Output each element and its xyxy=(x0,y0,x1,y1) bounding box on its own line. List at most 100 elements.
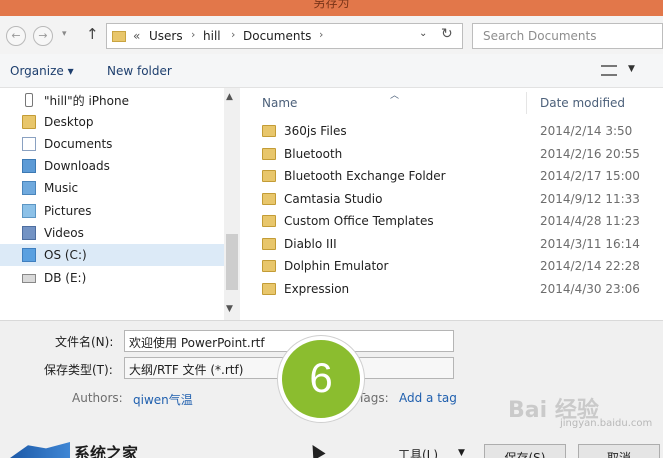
window-title: 另存为 xyxy=(313,0,350,10)
authors-input[interactable]: qiwen气温 xyxy=(133,391,193,408)
breadcrumb-users[interactable]: Users xyxy=(149,29,183,43)
sidebar-item-label: Desktop xyxy=(44,115,94,129)
file-row[interactable]: Bluetooth Exchange Folder 2014/2/17 15:0… xyxy=(262,166,662,188)
navigation-scrollbar[interactable]: ▲ ▼ xyxy=(224,88,240,320)
authors-label: Authors: xyxy=(72,391,123,405)
folder-icon xyxy=(262,283,276,295)
sidebar-item-label: Music xyxy=(44,181,79,195)
folder-icon xyxy=(262,215,276,227)
address-dropdown-icon[interactable]: ⌄ xyxy=(419,28,427,39)
breadcrumb-overflow[interactable]: « xyxy=(133,29,140,43)
scrollbar-thumb[interactable] xyxy=(226,234,238,290)
file-date: 2014/2/14 22:28 xyxy=(540,259,640,273)
forward-arrow-icon[interactable]: → xyxy=(33,26,53,46)
column-header-name[interactable]: Name xyxy=(262,96,297,110)
view-dropdown-icon[interactable]: ▼ xyxy=(628,64,635,74)
drive-icon xyxy=(22,248,36,262)
tags-label: Tags: xyxy=(358,391,389,405)
file-date: 2014/9/12 11:33 xyxy=(540,192,640,206)
file-row[interactable]: Diablo III 2014/3/11 16:14 xyxy=(262,234,662,256)
file-name: 360js Files xyxy=(284,124,347,138)
folder-icon xyxy=(112,31,126,42)
refresh-icon[interactable]: ↻ xyxy=(441,26,453,42)
recent-locations-chevron-icon[interactable]: ▾ xyxy=(62,29,67,39)
sidebar-item-label: Videos xyxy=(44,226,84,240)
breadcrumb-separator-icon[interactable]: › xyxy=(231,28,235,41)
file-row[interactable]: 360js Files 2014/2/14 3:50 xyxy=(262,121,662,143)
sidebar-item-label: DB (E:) xyxy=(44,271,87,285)
breadcrumb-hill[interactable]: hill xyxy=(203,29,221,43)
file-date: 2014/3/11 16:14 xyxy=(540,237,640,251)
scroll-up-icon[interactable]: ▲ xyxy=(226,92,233,102)
organize-button[interactable]: Organize ▾ xyxy=(10,64,74,78)
sidebar-item-downloads[interactable]: Downloads xyxy=(22,155,110,177)
breadcrumb-documents[interactable]: Documents xyxy=(243,29,311,43)
tools-button[interactable]: 工具(L) xyxy=(398,446,438,458)
file-date: 2014/4/30 23:06 xyxy=(540,282,640,296)
sidebar-item-label: Pictures xyxy=(44,204,92,218)
save-button[interactable]: 保存(S) xyxy=(484,444,566,458)
address-bar[interactable]: « Users › hill › Documents › ⌄ ↻ xyxy=(106,23,463,49)
title-bar: 另存为 xyxy=(0,0,663,16)
up-arrow-icon[interactable]: ↑ xyxy=(86,25,99,43)
sidebar-item-label: Downloads xyxy=(44,159,110,173)
sidebar-item-label: "hill"的 iPhone xyxy=(44,93,129,108)
file-row[interactable]: Custom Office Templates 2014/4/28 11:23 xyxy=(262,211,662,233)
file-name: Camtasia Studio xyxy=(284,192,383,206)
logo-mark-icon xyxy=(10,442,70,458)
step-number-badge: 6 xyxy=(278,336,364,422)
folder-icon xyxy=(262,238,276,250)
music-icon xyxy=(22,181,36,195)
file-name: Diablo III xyxy=(284,237,337,251)
file-name: Expression xyxy=(284,282,350,296)
file-name: Custom Office Templates xyxy=(284,214,434,228)
documents-icon xyxy=(22,137,36,151)
file-date: 2014/2/16 20:55 xyxy=(540,147,640,161)
back-arrow-icon[interactable]: ← xyxy=(6,26,26,46)
site-logo: 系统之家 xyxy=(10,440,180,458)
file-name: Bluetooth xyxy=(284,147,343,161)
file-name: Dolphin Emulator xyxy=(284,259,389,273)
sidebar-item-documents[interactable]: Documents xyxy=(22,133,112,155)
navigation-pane: "hill"的 iPhone Desktop Documents Downloa… xyxy=(0,88,240,320)
downloads-icon xyxy=(22,159,36,173)
sidebar-item-videos[interactable]: Videos xyxy=(22,222,84,244)
folder-icon xyxy=(262,260,276,272)
sidebar-item-desktop[interactable]: Desktop xyxy=(22,111,94,133)
filename-label: 文件名(N): xyxy=(55,335,114,349)
file-row[interactable]: Expression 2014/4/30 23:06 xyxy=(262,279,662,301)
file-list: Name ︿ Date modified 360js Files 2014/2/… xyxy=(240,88,663,320)
file-row[interactable]: Bluetooth 2014/2/16 20:55 xyxy=(262,144,662,166)
file-date: 2014/2/14 3:50 xyxy=(540,124,633,138)
sidebar-item-pictures[interactable]: Pictures xyxy=(22,200,92,222)
breadcrumb-separator-icon[interactable]: › xyxy=(191,28,195,41)
sidebar-item-music[interactable]: Music xyxy=(22,177,78,199)
file-row[interactable]: Camtasia Studio 2014/9/12 11:33 xyxy=(262,189,662,211)
videos-icon xyxy=(22,226,36,240)
desktop-folder-icon xyxy=(22,115,36,129)
column-divider[interactable] xyxy=(526,92,527,114)
sidebar-item-iphone[interactable]: "hill"的 iPhone xyxy=(22,89,129,111)
sidebar-item-db-e[interactable]: DB (E:) xyxy=(22,267,86,289)
command-toolbar: Organize ▾ New folder ▼ xyxy=(0,54,663,88)
file-row[interactable]: Dolphin Emulator 2014/2/14 22:28 xyxy=(262,256,662,278)
save-type-label: 保存类型(T): xyxy=(44,363,113,377)
folder-icon xyxy=(262,193,276,205)
search-input[interactable]: Search Documents xyxy=(472,23,663,49)
breadcrumb-separator-icon[interactable]: › xyxy=(319,28,323,41)
tools-dropdown-icon[interactable]: ▼ xyxy=(458,448,465,458)
column-header-date[interactable]: Date modified xyxy=(540,96,625,110)
sidebar-item-label: OS (C:) xyxy=(44,248,87,262)
phone-icon xyxy=(25,93,33,107)
file-name: Bluetooth Exchange Folder xyxy=(284,169,446,183)
sidebar-item-label: Documents xyxy=(44,137,113,151)
new-folder-button[interactable]: New folder xyxy=(107,64,172,78)
sidebar-item-os-c[interactable]: OS (C:) xyxy=(0,244,226,266)
view-options-icon[interactable] xyxy=(601,65,617,76)
folder-icon xyxy=(262,148,276,160)
navigation-bar: ← → ▾ ↑ « Users › hill › Documents › ⌄ ↻… xyxy=(0,16,663,54)
tags-input[interactable]: Add a tag xyxy=(399,391,457,405)
drive-icon xyxy=(22,273,36,283)
cancel-button[interactable]: 取消 xyxy=(578,444,660,458)
scroll-down-icon[interactable]: ▼ xyxy=(226,304,233,314)
